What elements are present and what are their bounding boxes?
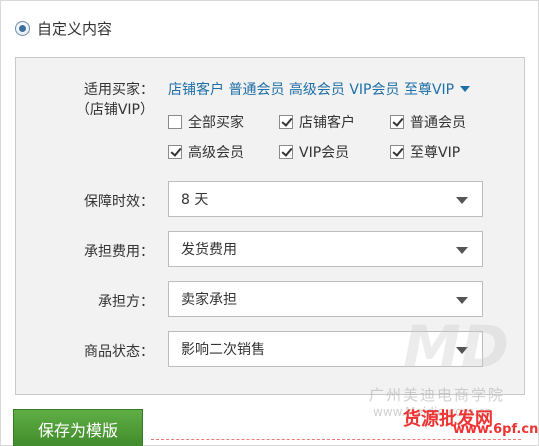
custom-content-label: 自定义内容 [37, 19, 113, 38]
watermark-source-url: www.6pf.cn [453, 422, 539, 437]
validity-select[interactable]: 8 天 [168, 181, 483, 217]
checkbox-label: 全部买家 [188, 115, 244, 131]
checkbox-checked-icon[interactable] [279, 145, 293, 159]
checkbox-label: 普通会员 [410, 115, 466, 131]
caret-down-icon [456, 197, 468, 204]
buyers-label: 适用买家： [84, 82, 154, 98]
checkbox-label: 至尊VIP [410, 145, 461, 161]
caret-down-icon [456, 247, 468, 254]
checkbox-unchecked-icon[interactable] [168, 115, 182, 129]
triangle-down-icon [460, 86, 471, 92]
status-value: 影响二次销售 [181, 342, 265, 358]
caret-down-icon [456, 297, 468, 304]
checkbox-label: 店铺客户 [299, 115, 355, 131]
checkbox-label: 高级会员 [188, 145, 244, 161]
checkbox-checked-icon[interactable] [168, 145, 182, 159]
bearer-label: 承担方： [98, 294, 154, 310]
watermark-divider [151, 439, 521, 440]
custom-content-option[interactable]: 自定义内容 [15, 17, 112, 39]
checkbox-checked-icon[interactable] [390, 115, 404, 129]
checkbox-regular-member[interactable]: 普通会员 [390, 112, 466, 132]
status-label: 商品状态： [84, 344, 154, 360]
cost-value: 发货费用 [181, 242, 237, 258]
checkbox-supreme-vip[interactable]: 至尊VIP [390, 142, 460, 162]
watermark-logo: MD [403, 313, 509, 381]
checkbox-all-buyers[interactable]: 全部买家 [168, 112, 244, 132]
buyers-dropdown[interactable]: 店铺客户 普通会员 高级会员 VIP会员 至尊VIP [168, 79, 471, 99]
validity-label: 保障时效： [84, 194, 154, 210]
cost-select[interactable]: 发货费用 [168, 231, 483, 267]
checkbox-checked-icon[interactable] [390, 145, 404, 159]
checkbox-senior-member[interactable]: 高级会员 [168, 142, 244, 162]
bearer-value: 卖家承担 [181, 292, 237, 308]
checkbox-shop-customer[interactable]: 店铺客户 [279, 112, 355, 132]
template-editor: 自定义内容 适用买家： （店铺VIP） 店铺客户 普通会员 高级会员 VIP会员… [0, 0, 539, 446]
validity-value: 8 天 [181, 192, 209, 208]
checkbox-checked-icon[interactable] [279, 115, 293, 129]
bearer-select[interactable]: 卖家承担 [168, 281, 483, 317]
radio-selected-icon[interactable] [15, 20, 30, 36]
checkbox-vip-member[interactable]: VIP会员 [279, 142, 349, 162]
buyers-sublabel: （店铺VIP） [75, 102, 154, 118]
buyers-summary-text: 店铺客户 普通会员 高级会员 VIP会员 至尊VIP [168, 82, 455, 98]
checkbox-label: VIP会员 [299, 145, 350, 161]
save-as-template-button[interactable]: 保存为模版 [13, 409, 143, 446]
watermark-school-name: 广州美迪电商学院 [369, 386, 506, 404]
cost-label: 承担费用： [84, 244, 154, 260]
